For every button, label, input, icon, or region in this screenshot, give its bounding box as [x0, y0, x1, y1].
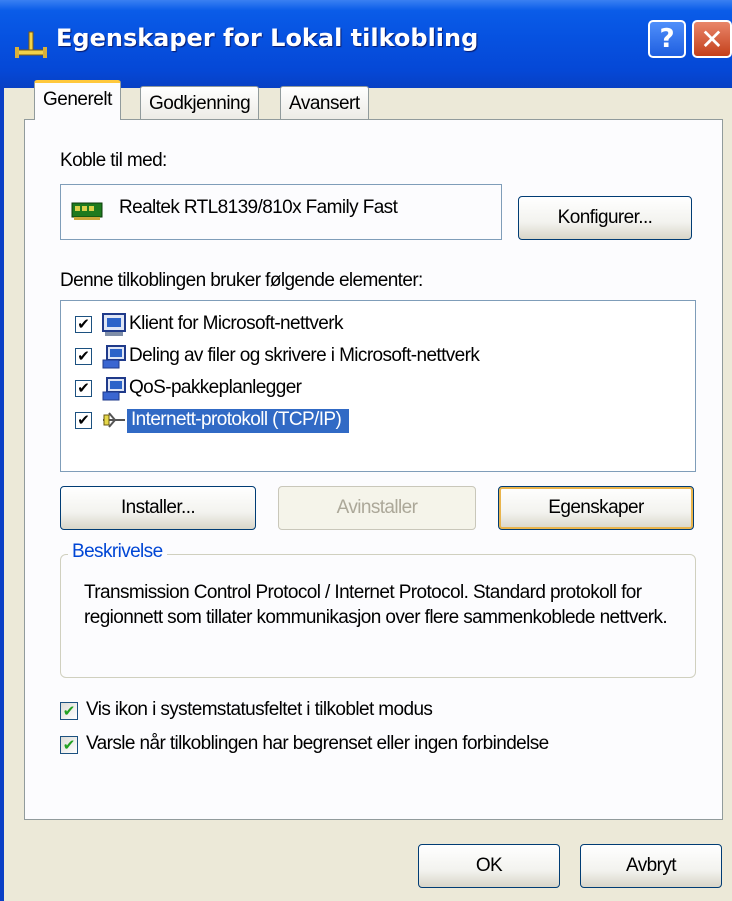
show-icon-checkbox[interactable]: ✔ — [60, 702, 78, 720]
title-bar[interactable]: Egenskaper for Lokal tilkobling ? ✕ — [0, 0, 732, 88]
dialog-window: Egenskaper for Lokal tilkobling ? ✕ Gene… — [0, 0, 732, 901]
list-item[interactable]: ✔ QoS-pakkeplanlegger — [75, 373, 675, 405]
tab-godkjenning[interactable]: Godkjenning — [140, 86, 260, 120]
close-button[interactable]: ✕ — [692, 20, 732, 58]
list-item[interactable]: ✔ Klient for Microsoft-nettverk — [75, 309, 675, 341]
tab-avansert[interactable]: Avansert — [280, 86, 369, 120]
uninstall-button[interactable]: Avinstaller — [278, 486, 476, 530]
window-title: Egenskaper for Lokal tilkobling — [56, 24, 479, 52]
adapter-box: Realtek RTL8139/810x Family Fast — [60, 184, 502, 240]
components-list[interactable]: ✔ Klient for Microsoft-nettverk ✔ Deling… — [60, 300, 696, 472]
component-label: Klient for Microsoft-nettverk — [129, 313, 343, 334]
description-text: Transmission Control Protocol / Internet… — [84, 582, 668, 628]
properties-button[interactable]: Egenskaper — [498, 486, 694, 530]
network-connection-icon — [15, 31, 47, 58]
network-adapter-icon — [71, 202, 103, 220]
component-checkbox[interactable]: ✔ — [75, 412, 92, 429]
notify-label: Varsle når tilkoblingen har begrenset el… — [86, 733, 549, 754]
configure-button[interactable]: Konfigurer... — [518, 196, 692, 240]
adapter-name: Realtek RTL8139/810x Family Fast — [119, 197, 398, 218]
ok-button[interactable]: OK — [418, 844, 560, 888]
connect-using-label: Koble til med: — [60, 150, 167, 171]
component-label: Internett-protokoll (TCP/IP) — [127, 409, 350, 433]
list-item[interactable]: ✔ Deling av filer og skrivere i Microsof… — [75, 341, 675, 373]
notify-checkbox[interactable]: ✔ — [60, 736, 78, 754]
component-label: QoS-pakkeplanlegger — [129, 377, 302, 398]
help-button[interactable]: ? — [648, 20, 686, 58]
component-checkbox[interactable]: ✔ — [75, 380, 92, 397]
component-label: Deling av filer og skrivere i Microsoft-… — [129, 345, 480, 366]
install-button[interactable]: Installer... — [60, 486, 256, 530]
description-title: Beskrivelse — [68, 541, 167, 563]
file-sharing-icon — [102, 345, 126, 369]
protocol-icon — [103, 412, 125, 428]
cancel-button[interactable]: Avbryt — [580, 844, 722, 888]
components-label: Denne tilkoblingen bruker følgende eleme… — [60, 270, 423, 291]
list-item[interactable]: ✔ Internett-protokoll (TCP/IP) — [75, 405, 675, 437]
tab-generelt[interactable]: Generelt — [34, 80, 121, 120]
network-client-icon — [102, 313, 126, 336]
qos-service-icon — [102, 377, 126, 401]
component-checkbox[interactable]: ✔ — [75, 316, 92, 333]
show-icon-label: Vis ikon i systemstatusfeltet i tilkoble… — [86, 699, 433, 720]
component-checkbox[interactable]: ✔ — [75, 348, 92, 365]
